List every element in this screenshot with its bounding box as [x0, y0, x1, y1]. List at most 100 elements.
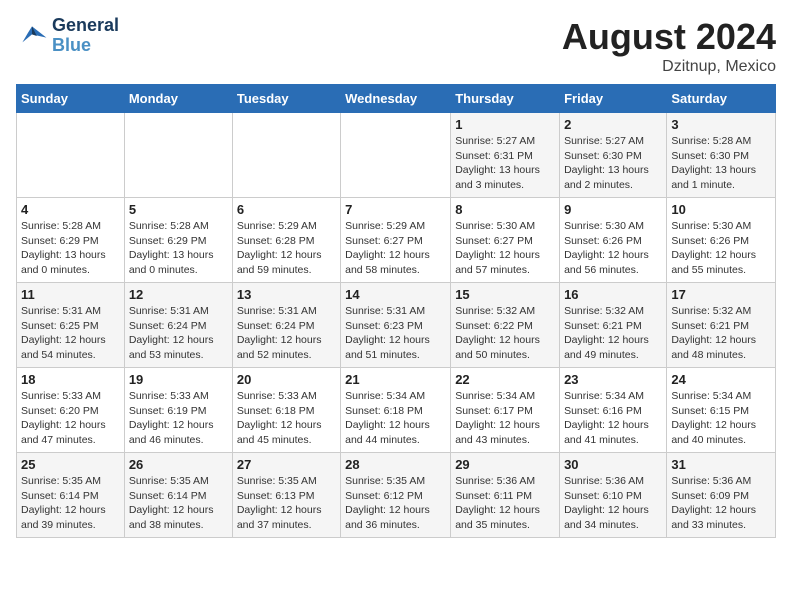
logo-text-blue: Blue [52, 36, 119, 56]
calendar-cell: 3 Sunrise: 5:28 AM Sunset: 6:30 PM Daylig… [667, 113, 776, 198]
day-info: Sunrise: 5:36 AM Sunset: 6:09 PM Dayligh… [671, 474, 771, 533]
calendar-cell: 18 Sunrise: 5:33 AM Sunset: 6:20 PM Dayli… [17, 368, 125, 453]
calendar-cell: 19 Sunrise: 5:33 AM Sunset: 6:19 PM Dayli… [124, 368, 232, 453]
day-info: Sunrise: 5:33 AM Sunset: 6:19 PM Dayligh… [129, 389, 228, 448]
day-info: Sunrise: 5:35 AM Sunset: 6:14 PM Dayligh… [129, 474, 228, 533]
day-number: 4 [21, 202, 120, 217]
weekday-header-wednesday: Wednesday [341, 85, 451, 113]
day-info: Sunrise: 5:31 AM Sunset: 6:25 PM Dayligh… [21, 304, 120, 363]
calendar-cell: 26 Sunrise: 5:35 AM Sunset: 6:14 PM Dayli… [124, 453, 232, 538]
day-number: 27 [237, 457, 336, 472]
day-number: 3 [671, 117, 771, 132]
day-number: 29 [455, 457, 555, 472]
day-info: Sunrise: 5:31 AM Sunset: 6:24 PM Dayligh… [237, 304, 336, 363]
page-header: General Blue August 2024 Dzitnup, Mexico [16, 16, 776, 76]
day-info: Sunrise: 5:29 AM Sunset: 6:27 PM Dayligh… [345, 219, 446, 278]
weekday-header-saturday: Saturday [667, 85, 776, 113]
calendar-cell: 14 Sunrise: 5:31 AM Sunset: 6:23 PM Dayli… [341, 283, 451, 368]
day-number: 18 [21, 372, 120, 387]
weekday-header-thursday: Thursday [451, 85, 560, 113]
calendar-cell: 20 Sunrise: 5:33 AM Sunset: 6:18 PM Dayli… [232, 368, 340, 453]
logo-text-general: General [52, 16, 119, 36]
title-block: August 2024 Dzitnup, Mexico [562, 16, 776, 76]
day-number: 15 [455, 287, 555, 302]
calendar-cell [341, 113, 451, 198]
day-info: Sunrise: 5:32 AM Sunset: 6:21 PM Dayligh… [564, 304, 662, 363]
day-number: 1 [455, 117, 555, 132]
day-number: 2 [564, 117, 662, 132]
day-info: Sunrise: 5:28 AM Sunset: 6:30 PM Dayligh… [671, 134, 771, 193]
day-number: 14 [345, 287, 446, 302]
day-info: Sunrise: 5:34 AM Sunset: 6:16 PM Dayligh… [564, 389, 662, 448]
calendar-cell: 5 Sunrise: 5:28 AM Sunset: 6:29 PM Daylig… [124, 198, 232, 283]
day-number: 17 [671, 287, 771, 302]
calendar-cell [232, 113, 340, 198]
day-number: 20 [237, 372, 336, 387]
day-info: Sunrise: 5:35 AM Sunset: 6:12 PM Dayligh… [345, 474, 446, 533]
day-number: 10 [671, 202, 771, 217]
calendar-cell: 27 Sunrise: 5:35 AM Sunset: 6:13 PM Dayli… [232, 453, 340, 538]
calendar-cell: 1 Sunrise: 5:27 AM Sunset: 6:31 PM Daylig… [451, 113, 560, 198]
day-number: 7 [345, 202, 446, 217]
day-number: 26 [129, 457, 228, 472]
calendar-cell: 17Sunrise: 5:32 AM Sunset: 6:21 PM Dayli… [667, 283, 776, 368]
logo-icon [16, 20, 48, 52]
month-title: August 2024 [562, 16, 776, 58]
day-number: 5 [129, 202, 228, 217]
calendar-table: SundayMondayTuesdayWednesdayThursdayFrid… [16, 84, 776, 538]
weekday-header-sunday: Sunday [17, 85, 125, 113]
calendar-cell: 7 Sunrise: 5:29 AM Sunset: 6:27 PM Daylig… [341, 198, 451, 283]
calendar-cell: 24 Sunrise: 5:34 AM Sunset: 6:15 PM Dayli… [667, 368, 776, 453]
day-number: 19 [129, 372, 228, 387]
calendar-cell: 15 Sunrise: 5:32 AM Sunset: 6:22 PM Dayli… [451, 283, 560, 368]
calendar-week-row: 1 Sunrise: 5:27 AM Sunset: 6:31 PM Daylig… [17, 113, 776, 198]
day-info: Sunrise: 5:35 AM Sunset: 6:13 PM Dayligh… [237, 474, 336, 533]
day-number: 16 [564, 287, 662, 302]
day-info: Sunrise: 5:34 AM Sunset: 6:18 PM Dayligh… [345, 389, 446, 448]
day-info: Sunrise: 5:31 AM Sunset: 6:23 PM Dayligh… [345, 304, 446, 363]
calendar-cell: 10Sunrise: 5:30 AM Sunset: 6:26 PM Dayli… [667, 198, 776, 283]
day-info: Sunrise: 5:28 AM Sunset: 6:29 PM Dayligh… [129, 219, 228, 278]
day-number: 8 [455, 202, 555, 217]
day-number: 25 [21, 457, 120, 472]
calendar-cell: 12Sunrise: 5:31 AM Sunset: 6:24 PM Dayli… [124, 283, 232, 368]
calendar-week-row: 18 Sunrise: 5:33 AM Sunset: 6:20 PM Dayli… [17, 368, 776, 453]
calendar-week-row: 11Sunrise: 5:31 AM Sunset: 6:25 PM Dayli… [17, 283, 776, 368]
weekday-header-monday: Monday [124, 85, 232, 113]
day-info: Sunrise: 5:34 AM Sunset: 6:15 PM Dayligh… [671, 389, 771, 448]
calendar-cell: 8 Sunrise: 5:30 AM Sunset: 6:27 PM Daylig… [451, 198, 560, 283]
calendar-cell: 25Sunrise: 5:35 AM Sunset: 6:14 PM Dayli… [17, 453, 125, 538]
day-info: Sunrise: 5:28 AM Sunset: 6:29 PM Dayligh… [21, 219, 120, 278]
day-info: Sunrise: 5:36 AM Sunset: 6:10 PM Dayligh… [564, 474, 662, 533]
calendar-cell: 23 Sunrise: 5:34 AM Sunset: 6:16 PM Dayli… [560, 368, 667, 453]
calendar-cell [17, 113, 125, 198]
day-number: 23 [564, 372, 662, 387]
calendar-cell [124, 113, 232, 198]
day-number: 30 [564, 457, 662, 472]
calendar-week-row: 4 Sunrise: 5:28 AM Sunset: 6:29 PM Daylig… [17, 198, 776, 283]
day-number: 24 [671, 372, 771, 387]
calendar-cell: 28Sunrise: 5:35 AM Sunset: 6:12 PM Dayli… [341, 453, 451, 538]
calendar-cell: 9Sunrise: 5:30 AM Sunset: 6:26 PM Daylig… [560, 198, 667, 283]
weekday-header-row: SundayMondayTuesdayWednesdayThursdayFrid… [17, 85, 776, 113]
day-number: 21 [345, 372, 446, 387]
day-number: 9 [564, 202, 662, 217]
calendar-cell: 4 Sunrise: 5:28 AM Sunset: 6:29 PM Daylig… [17, 198, 125, 283]
calendar-cell: 13Sunrise: 5:31 AM Sunset: 6:24 PM Dayli… [232, 283, 340, 368]
day-info: Sunrise: 5:27 AM Sunset: 6:31 PM Dayligh… [455, 134, 555, 193]
calendar-cell: 30 Sunrise: 5:36 AM Sunset: 6:10 PM Dayli… [560, 453, 667, 538]
day-info: Sunrise: 5:30 AM Sunset: 6:27 PM Dayligh… [455, 219, 555, 278]
day-info: Sunrise: 5:33 AM Sunset: 6:18 PM Dayligh… [237, 389, 336, 448]
calendar-cell: 16 Sunrise: 5:32 AM Sunset: 6:21 PM Dayli… [560, 283, 667, 368]
logo: General Blue [16, 16, 119, 56]
day-info: Sunrise: 5:34 AM Sunset: 6:17 PM Dayligh… [455, 389, 555, 448]
weekday-header-tuesday: Tuesday [232, 85, 340, 113]
day-number: 31 [671, 457, 771, 472]
day-info: Sunrise: 5:29 AM Sunset: 6:28 PM Dayligh… [237, 219, 336, 278]
calendar-cell: 22 Sunrise: 5:34 AM Sunset: 6:17 PM Dayli… [451, 368, 560, 453]
day-number: 22 [455, 372, 555, 387]
day-info: Sunrise: 5:31 AM Sunset: 6:24 PM Dayligh… [129, 304, 228, 363]
location: Dzitnup, Mexico [562, 58, 776, 76]
day-info: Sunrise: 5:32 AM Sunset: 6:22 PM Dayligh… [455, 304, 555, 363]
day-info: Sunrise: 5:33 AM Sunset: 6:20 PM Dayligh… [21, 389, 120, 448]
